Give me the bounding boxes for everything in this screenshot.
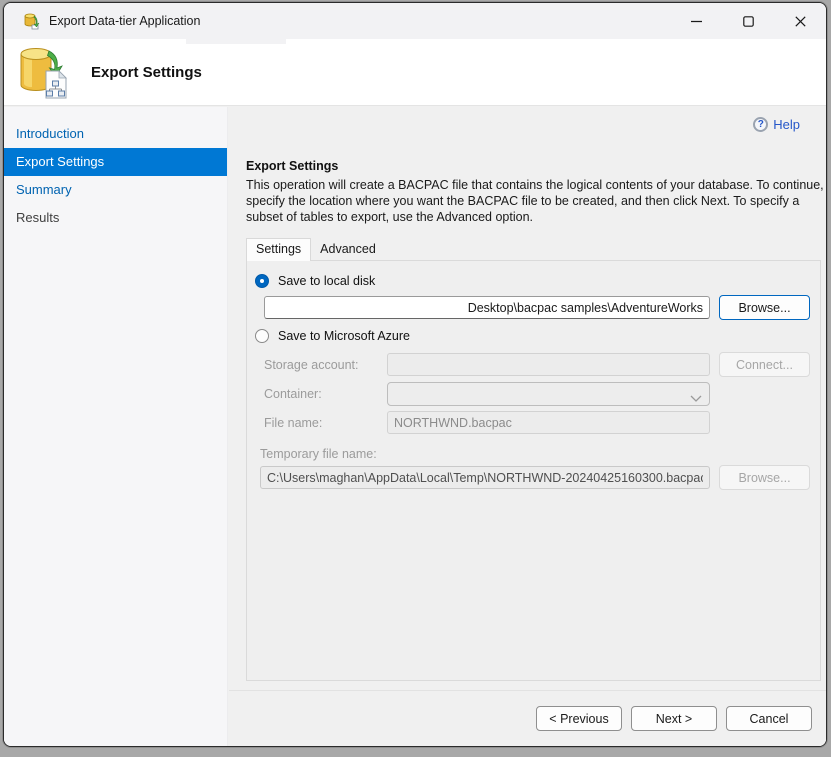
maximize-button[interactable] [722, 3, 774, 39]
save-local-radio-row: Save to local disk [255, 274, 375, 288]
tab-settings[interactable]: Settings [246, 238, 311, 261]
storage-account-input [387, 353, 710, 376]
page-title: Export Settings [91, 64, 202, 81]
window-controls [670, 3, 826, 39]
section-description: This operation will create a BACPAC file… [246, 177, 826, 225]
wizard-steps-sidebar: Introduction Export Settings Summary Res… [4, 107, 228, 746]
tab-advanced[interactable]: Advanced [311, 238, 385, 260]
container-label: Container: [264, 387, 322, 401]
save-azure-label: Save to Microsoft Azure [278, 329, 410, 343]
save-local-label: Save to local disk [278, 274, 375, 288]
main-panel: ? Help Export Settings This operation wi… [229, 107, 826, 746]
window-title: Export Data-tier Application [49, 14, 200, 28]
section-heading: Export Settings [246, 159, 338, 173]
title-bar: Export Data-tier Application [4, 3, 826, 39]
temp-file-label: Temporary file name: [260, 447, 377, 461]
sidebar-item-summary[interactable]: Summary [4, 176, 227, 204]
next-button[interactable]: Next > [631, 706, 717, 731]
cancel-button[interactable]: Cancel [726, 706, 812, 731]
sidebar-item-export-settings[interactable]: Export Settings [4, 148, 227, 176]
container-dropdown [387, 382, 710, 406]
help-icon: ? [753, 117, 768, 132]
settings-tab-panel: Save to local disk Browse... Save to Mic… [246, 260, 821, 681]
save-azure-radio-row: Save to Microsoft Azure [255, 329, 410, 343]
chevron-down-icon [690, 391, 702, 405]
minimize-button[interactable] [670, 3, 722, 39]
temp-file-input [260, 466, 710, 489]
wizard-footer: < Previous Next > Cancel [229, 690, 826, 746]
local-path-input[interactable] [264, 296, 710, 319]
app-icon [23, 12, 41, 30]
help-link[interactable]: ? Help [753, 117, 800, 132]
previous-button[interactable]: < Previous [536, 706, 622, 731]
sidebar-item-introduction[interactable]: Introduction [4, 120, 227, 148]
export-data-tier-dialog: Export Data-tier Application [3, 2, 827, 747]
export-database-icon [16, 44, 70, 105]
file-name-label: File name: [264, 416, 322, 430]
tab-strip: Settings Advanced [246, 239, 385, 260]
titlebar-notch [186, 39, 286, 44]
save-azure-radio[interactable] [255, 329, 269, 343]
close-button[interactable] [774, 3, 826, 39]
browse-local-button[interactable]: Browse... [719, 295, 810, 320]
browse-temp-button: Browse... [719, 465, 810, 490]
wizard-header: Export Settings [4, 39, 826, 106]
sidebar-item-results[interactable]: Results [4, 204, 227, 232]
save-local-radio[interactable] [255, 274, 269, 288]
file-name-input [387, 411, 710, 434]
storage-account-label: Storage account: [264, 358, 359, 372]
connect-button: Connect... [719, 352, 810, 377]
help-label: Help [773, 117, 800, 132]
